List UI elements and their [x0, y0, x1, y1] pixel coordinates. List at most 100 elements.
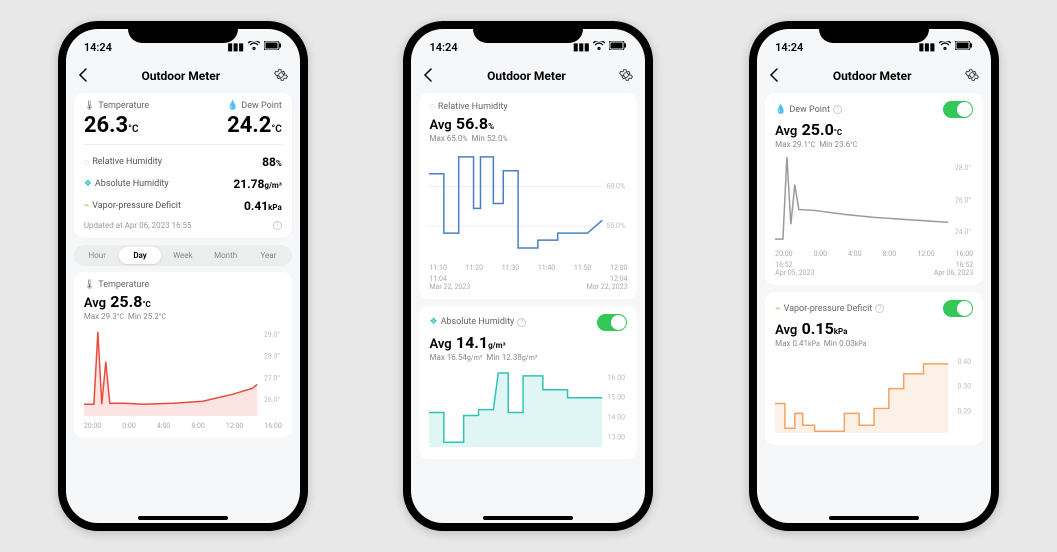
seg-month[interactable]: Month — [204, 247, 247, 264]
status-icons: ▮▮▮ — [227, 41, 282, 53]
back-button[interactable] — [78, 67, 88, 86]
dewpoint-block: 💧Dew Point 24.2°C — [227, 101, 282, 138]
humidity-icon: ❖ — [429, 317, 437, 327]
dew-minmax: Max 29.1°C Min 23.6°C — [775, 140, 973, 149]
svg-text:26.0°: 26.0° — [955, 197, 971, 205]
humidity-icon: ❖ — [84, 179, 92, 189]
phone-frame-1: 14:24 ▮▮▮ Outdoor Meter — [58, 21, 308, 531]
seg-year[interactable]: Year — [247, 247, 290, 264]
notch — [819, 21, 929, 43]
notch — [473, 21, 583, 43]
home-indicator[interactable] — [829, 516, 919, 520]
vpd-toggle[interactable] — [943, 300, 973, 317]
temperature-block: 🌡Temperature 26.3°C — [84, 101, 149, 138]
app-bar: Outdoor Meter — [411, 59, 645, 93]
svg-text:24.0°: 24.0° — [955, 228, 971, 236]
page-title: Outdoor Meter — [833, 69, 912, 83]
vpd-minmax: Max 0.41kPa Min 0.03kPa — [775, 339, 973, 348]
app-bar: Outdoor Meter — [757, 59, 991, 93]
rh-row: ◌Relative Humidity 88% — [84, 151, 282, 173]
svg-text:55.0%: 55.0% — [607, 222, 626, 230]
svg-text:60.0%: 60.0% — [607, 183, 626, 191]
battery-icon — [955, 41, 973, 53]
seg-day[interactable]: Day — [119, 247, 162, 264]
dewpoint-icon: 💧 — [227, 101, 238, 111]
svg-text:26.0°: 26.0° — [264, 396, 280, 404]
phone-frame-2: 14:24 ▮▮▮ Outdoor Meter ◌Relative Humidi… — [403, 21, 653, 531]
svg-text:14.00: 14.00 — [608, 413, 625, 421]
vpd-icon: ⌁ — [775, 304, 780, 314]
dew-toggle[interactable] — [943, 101, 973, 118]
content-3: 💧Dew Point ? Avg 25.0°C Max 29.1°C Min 2… — [757, 93, 991, 523]
svg-text:28.0°: 28.0° — [264, 353, 280, 361]
dew-range: 16:52Apr 05, 2023 16:52Apr 06, 2023 — [775, 261, 973, 277]
phone-frame-3: 14:24 ▮▮▮ Outdoor Meter 💧Dew Point ? Avg… — [749, 21, 999, 531]
content-1: 🌡Temperature 26.3°C 💧Dew Point 24.2°C ◌R… — [66, 93, 300, 523]
settings-button[interactable] — [965, 68, 979, 85]
page-title: Outdoor Meter — [142, 69, 221, 83]
back-button[interactable] — [423, 67, 433, 86]
home-indicator[interactable] — [138, 516, 228, 520]
content-2: ◌Relative Humidity Avg 56.8% Max 65.0% M… — [411, 93, 645, 523]
ah-toggle[interactable] — [597, 314, 627, 331]
temp-minmax: Max 29.3°C Min 25.2°C — [84, 312, 282, 321]
app-bar: Outdoor Meter — [66, 59, 300, 93]
dew-chart[interactable]: 28.0° 26.0° 24.0° — [775, 155, 973, 244]
home-indicator[interactable] — [483, 516, 573, 520]
droplet-icon: ◌ — [429, 101, 434, 112]
rh-minmax: Max 65.0% Min 52.0% — [429, 134, 627, 143]
wifi-icon — [248, 41, 260, 53]
status-time: 14:24 — [775, 41, 803, 54]
wifi-icon — [593, 41, 605, 53]
settings-button[interactable] — [619, 68, 633, 85]
svg-text:29.0°: 29.0° — [264, 331, 280, 339]
info-icon[interactable]: ? — [833, 105, 842, 114]
rh-range: 11:04Mar 22, 2023 12:04Mar 22, 2023 — [429, 275, 627, 291]
ah-minmax: Max 16.54g/m³ Min 12.38g/m³ — [429, 353, 627, 362]
status-icons: ▮▮▮ — [573, 41, 628, 53]
svg-text:16.00: 16.00 — [608, 374, 625, 382]
page-title: Outdoor Meter — [487, 69, 566, 83]
screen-1: 14:24 ▮▮▮ Outdoor Meter — [66, 29, 300, 523]
vpd-chart-card: ⌁Vapor-pressure Deficit ? Avg 0.15kPa Ma… — [765, 292, 983, 445]
svg-text:28.0°: 28.0° — [955, 164, 971, 172]
signal-icon: ▮▮▮ — [573, 42, 590, 53]
signal-icon: ▮▮▮ — [919, 42, 936, 53]
seg-week[interactable]: Week — [161, 247, 204, 264]
svg-text:0.20: 0.20 — [958, 407, 972, 415]
vpd-row: ⌁Vapor-pressure Deficit 0.41kPa — [84, 195, 282, 217]
screen-2: 14:24 ▮▮▮ Outdoor Meter ◌Relative Humidi… — [411, 29, 645, 523]
rh-chart-card: ◌Relative Humidity Avg 56.8% Max 65.0% M… — [419, 93, 637, 299]
temp-xticks: 20:000:004:008:0012:0016:00 — [84, 422, 282, 430]
temperature-chart-card: 🌡Temperature Avg 25.8°C Max 29.3°C Min 2… — [74, 272, 292, 438]
updated-row: Updated at Apr 06, 2023 16:55 ? — [84, 217, 282, 230]
dew-xticks: 20:000:004:008:0012:0016:00 — [775, 250, 973, 258]
thermometer-icon: 🌡 — [84, 101, 95, 111]
thermometer-icon: 🌡 — [84, 280, 95, 290]
settings-button[interactable] — [274, 68, 288, 85]
wifi-icon — [939, 41, 951, 53]
rh-chart[interactable]: 60.0% 55.0% — [429, 149, 627, 258]
range-selector: Hour Day Week Month Year — [74, 245, 292, 266]
vpd-icon: ⌁ — [84, 201, 89, 211]
back-button[interactable] — [769, 67, 779, 86]
status-time: 14:24 — [84, 41, 112, 54]
vpd-chart[interactable]: 0.40 0.30 0.20 — [775, 354, 973, 433]
ah-chart[interactable]: 16.00 15.00 14.00 13.00 — [429, 368, 627, 447]
info-icon[interactable]: ? — [875, 304, 884, 313]
info-icon[interactable]: ? — [517, 318, 526, 327]
svg-text:15.00: 15.00 — [608, 394, 625, 402]
seg-hour[interactable]: Hour — [76, 247, 119, 264]
info-icon[interactable]: ? — [273, 221, 282, 230]
battery-icon — [609, 41, 627, 53]
readings-card: 🌡Temperature 26.3°C 💧Dew Point 24.2°C ◌R… — [74, 93, 292, 238]
svg-text:0.40: 0.40 — [958, 358, 972, 366]
svg-text:27.0°: 27.0° — [264, 374, 280, 382]
svg-text:0.30: 0.30 — [958, 383, 972, 391]
temp-chart[interactable]: 29.0° 28.0° 27.0° 26.0° — [84, 327, 282, 416]
status-icons: ▮▮▮ — [919, 41, 974, 53]
screen-3: 14:24 ▮▮▮ Outdoor Meter 💧Dew Point ? Avg… — [757, 29, 991, 523]
dewpoint-icon: 💧 — [775, 105, 786, 115]
battery-icon — [264, 41, 282, 53]
ah-chart-card: ❖Absolute Humidity ? Avg 14.1g/m³ Max 16… — [419, 306, 637, 459]
